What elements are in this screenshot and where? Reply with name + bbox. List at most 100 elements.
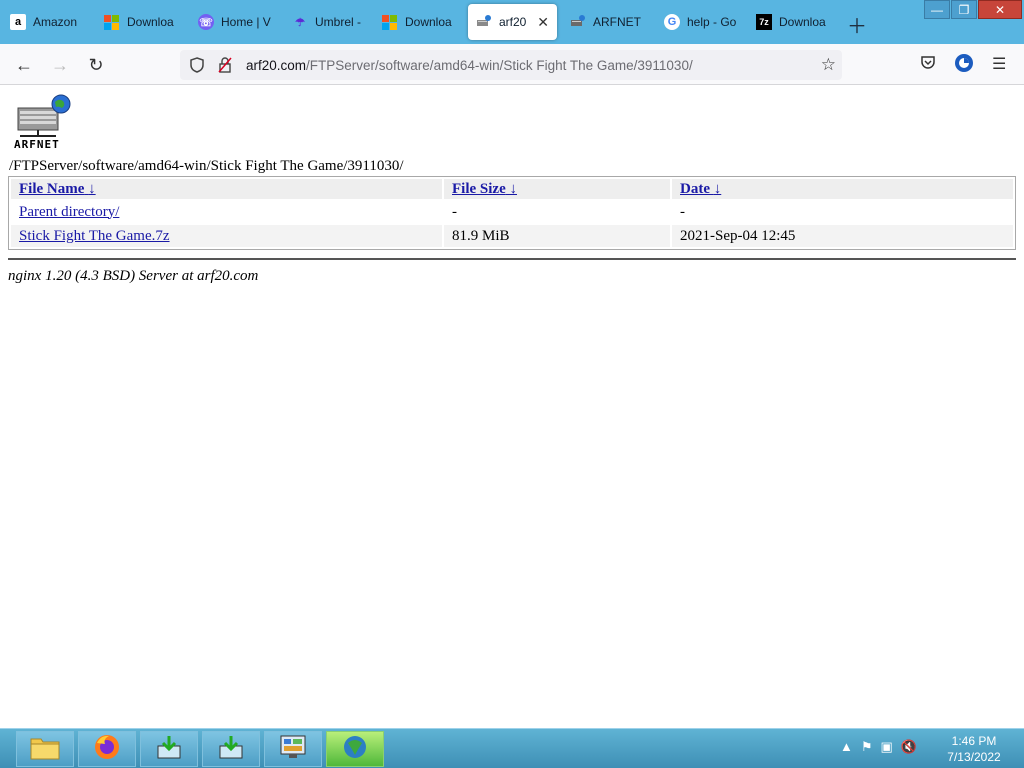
directory-path-heading: /FTPServer/software/amd64-win/Stick Figh…	[9, 158, 404, 174]
column-label: File Size	[452, 180, 506, 197]
tab-viber[interactable]: ☏ Home | V	[190, 4, 282, 40]
umbrel-icon: ☂	[295, 16, 305, 29]
window-controls: — ❐ ✕	[923, 0, 1022, 20]
tab-title: Downloa	[127, 15, 174, 29]
tab-google-help[interactable]: G help - Go	[656, 4, 748, 40]
amazon-icon: a	[10, 14, 26, 30]
arrow-right-icon: →	[51, 54, 69, 75]
arfnet-logo	[14, 94, 74, 143]
system-tray: ▲ ⚑ ▣ 🔇	[840, 739, 917, 755]
download-icon	[155, 734, 183, 765]
server-signature: nginx 1.20 (4.3 BSD) Server at arf20.com	[8, 268, 259, 284]
tab-arfnet[interactable]: ARFNET	[562, 4, 654, 40]
minimize-button[interactable]: —	[924, 0, 950, 19]
arfnet-icon	[570, 14, 586, 30]
tab-title: Umbrel -	[315, 15, 362, 29]
insecure-lock-icon[interactable]	[214, 57, 236, 73]
file-name-cell: Stick Fight The Game.7z	[11, 225, 442, 247]
tab-title: Home | V	[221, 15, 271, 29]
file-name-cell: Parent directory/	[11, 201, 442, 223]
tab-title: Downloa	[779, 15, 826, 29]
navigation-toolbar: ← → ↻ arf20.com/FTPServer/software/amd64…	[0, 44, 1024, 85]
sort-by-size-link[interactable]: File Size ↓	[452, 181, 517, 197]
reload-button[interactable]: ↻	[84, 53, 108, 77]
tab-title: Downloa	[405, 15, 452, 29]
url-path: /FTPServer/software/amd64-win/Stick Figh…	[306, 57, 693, 73]
firefox-icon	[93, 733, 121, 766]
close-window-button[interactable]: ✕	[978, 0, 1022, 19]
date-cell: 2021-Sep-04 12:45	[672, 225, 1013, 247]
file-size-cell: 81.9 MiB	[444, 225, 670, 247]
address-bar[interactable]: arf20.com/FTPServer/software/amd64-win/S…	[180, 50, 842, 80]
tab-umbrel[interactable]: ☂ Umbrel -	[284, 4, 376, 40]
browser-tab-strip: a Amazon Downloa ☏ Home | V ☂ Umbrel - D…	[0, 0, 1024, 44]
horizontal-rule	[8, 258, 1016, 260]
7zip-icon: 7z	[756, 14, 772, 30]
url-host: arf20.com	[246, 57, 307, 73]
windows-taskbar: ▲ ⚑ ▣ 🔇 1:46 PM 7/13/2022	[0, 728, 1024, 768]
table-row: Stick Fight The Game.7z 81.9 MiB 2021-Se…	[11, 225, 1013, 247]
network-icon[interactable]: ▣	[881, 739, 893, 755]
pocket-icon[interactable]	[920, 54, 936, 75]
back-button[interactable]: ←	[12, 53, 36, 77]
table-header-row: File Name ↓ File Size ↓ Date ↓	[11, 179, 1013, 199]
page-content: ARFNET /FTPServer/software/amd64-win/Sti…	[0, 86, 1024, 728]
tab-amazon[interactable]: a Amazon	[2, 4, 94, 40]
taskbar-file-explorer[interactable]	[16, 731, 74, 767]
sort-by-name-link[interactable]: File Name ↓	[19, 181, 96, 197]
google-icon: G	[664, 14, 680, 30]
taskbar-clock[interactable]: 1:46 PM 7/13/2022	[938, 733, 1010, 765]
action-center-icon[interactable]: ⚑	[861, 739, 873, 755]
table-row: Parent directory/ - -	[11, 201, 1013, 223]
shield-icon[interactable]	[186, 57, 208, 73]
tab-title: arf20.c	[499, 15, 527, 29]
arfnet-icon	[476, 14, 492, 30]
logo-text: ARFNET	[14, 138, 60, 151]
bookmark-star-icon[interactable]: ☆	[821, 55, 836, 75]
clock-time: 1:46 PM	[951, 734, 997, 748]
account-icon[interactable]	[954, 53, 974, 78]
tab-arf20-active[interactable]: arf20.c ✕	[468, 4, 557, 40]
viber-icon: ☏	[198, 14, 214, 30]
tab-download-1[interactable]: Downloa	[96, 4, 188, 40]
tab-download-2[interactable]: Downloa	[374, 4, 466, 40]
taskbar-idm[interactable]	[326, 731, 384, 767]
folder-icon	[30, 734, 60, 765]
file-download-link[interactable]: Stick Fight The Game.7z	[19, 228, 170, 244]
control-panel-icon	[279, 734, 307, 765]
file-listing-table: File Name ↓ File Size ↓ Date ↓ Parent di…	[8, 176, 1016, 250]
arrow-left-icon: ←	[15, 54, 33, 75]
menu-icon[interactable]: ☰	[992, 54, 1006, 74]
tab-title: help - Go	[687, 15, 737, 29]
column-label: Date	[680, 180, 710, 197]
close-icon[interactable]: ✕	[537, 14, 549, 31]
volume-muted-icon[interactable]: 🔇	[901, 739, 917, 755]
taskbar-control-panel[interactable]	[264, 731, 322, 767]
sort-by-date-link[interactable]: Date ↓	[680, 181, 721, 197]
taskbar-download-2[interactable]	[202, 731, 260, 767]
tab-download-7zip[interactable]: 7z Downloa	[748, 4, 840, 40]
show-hidden-icons-icon[interactable]: ▲	[840, 739, 853, 755]
forward-button[interactable]: →	[48, 53, 72, 77]
restore-button[interactable]: ❐	[951, 0, 977, 19]
date-cell: -	[680, 203, 685, 220]
sort-arrow-icon: ↓	[509, 180, 517, 197]
column-header-file-name: File Name ↓	[11, 179, 442, 199]
download-icon	[217, 734, 245, 765]
microsoft-icon	[382, 14, 398, 30]
tab-title: ARFNET	[593, 15, 641, 29]
taskbar-firefox[interactable]	[78, 731, 136, 767]
column-label: File Name	[19, 180, 85, 197]
reload-icon: ↻	[88, 54, 104, 75]
tab-title: Amazon	[33, 15, 78, 29]
parent-directory-link[interactable]: Parent directory/	[19, 204, 119, 220]
column-header-date: Date ↓	[672, 179, 1013, 199]
new-tab-button[interactable]: ＋	[847, 10, 867, 39]
microsoft-icon	[104, 14, 120, 30]
sort-arrow-icon: ↓	[713, 180, 722, 197]
file-size-cell: -	[452, 203, 457, 220]
taskbar-download-1[interactable]	[140, 731, 198, 767]
clock-date: 7/13/2022	[947, 750, 1001, 764]
url-text[interactable]: arf20.com/FTPServer/software/amd64-win/S…	[246, 58, 693, 73]
idm-icon	[340, 733, 370, 766]
